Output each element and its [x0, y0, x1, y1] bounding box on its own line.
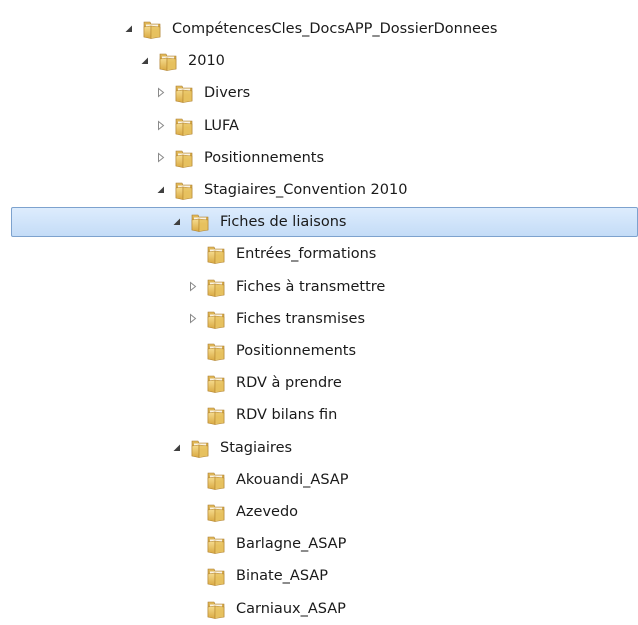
tree-item-label: Positionnements: [204, 149, 325, 166]
tree-item[interactable]: Divers: [0, 77, 638, 109]
tree-item[interactable]: CompétencesCles_DocsAPP_DossierDonnees: [0, 13, 638, 45]
folder-icon: [205, 372, 227, 394]
folder-icon: [157, 50, 179, 72]
folder-tree: CompétencesCles_DocsAPP_DossierDonnees 20…: [0, 13, 638, 619]
tree-item-label: Binate_ASAP: [236, 568, 328, 585]
folder-icon: [205, 565, 227, 587]
tree-item[interactable]: Binate_ASAP: [0, 560, 638, 592]
tree-item[interactable]: Positionnements: [0, 335, 638, 367]
tree-item[interactable]: Barlagne_ASAP: [0, 528, 638, 560]
expanded-arrow-icon[interactable]: [124, 23, 134, 34]
tree-item-label: Entrées_formations: [236, 246, 377, 263]
tree-item-label: Fiches transmises: [236, 310, 366, 327]
tree-item[interactable]: Stagiaires: [0, 432, 638, 464]
folder-icon: [205, 276, 227, 298]
tree-item-label: RDV bilans fin: [236, 407, 338, 424]
tree-item[interactable]: Positionnements: [0, 142, 638, 174]
tree-item[interactable]: RDV à prendre: [0, 367, 638, 399]
folder-icon: [205, 308, 227, 330]
tree-item-label: Akouandi_ASAP: [236, 471, 349, 488]
collapsed-arrow-icon[interactable]: [188, 281, 198, 292]
folder-icon: [173, 115, 195, 137]
folder-icon: [205, 469, 227, 491]
folder-icon: [173, 82, 195, 104]
tree-item[interactable]: 2010: [0, 45, 638, 77]
tree-item-label: LUFA: [204, 117, 239, 134]
tree-item-label: Azevedo: [236, 504, 299, 520]
folder-icon: [189, 437, 211, 459]
folder-icon: [205, 243, 227, 265]
tree-item[interactable]: Carniaux_ASAP: [0, 593, 638, 625]
expanded-arrow-icon[interactable]: [172, 442, 182, 453]
tree-item-label: RDV à prendre: [236, 375, 342, 392]
tree-item-label: 2010: [188, 53, 225, 70]
tree-item[interactable]: Fiches à transmettre: [0, 271, 638, 303]
tree-item-label: Divers: [204, 85, 251, 102]
tree-item-label: CompétencesCles_DocsAPP_DossierDonnees: [172, 21, 498, 37]
tree-item[interactable]: Azevedo: [0, 496, 638, 528]
collapsed-arrow-icon[interactable]: [156, 120, 166, 131]
tree-item-label: Stagiaires: [220, 439, 293, 456]
tree-item-label: Positionnements: [236, 343, 357, 359]
tree-item[interactable]: Fiches transmises: [0, 303, 638, 335]
tree-item[interactable]: Stagiaires_Convention 2010: [0, 174, 638, 206]
collapsed-arrow-icon[interactable]: [156, 87, 166, 98]
folder-icon: [205, 501, 227, 523]
folder-icon: [205, 598, 227, 620]
tree-item-label: Stagiaires_Convention 2010: [204, 182, 408, 198]
folder-icon: [205, 404, 227, 426]
expanded-arrow-icon[interactable]: [172, 216, 182, 227]
tree-item[interactable]: Entrées_formations: [0, 238, 638, 270]
folder-icon: [205, 533, 227, 555]
tree-item[interactable]: RDV bilans fin: [0, 399, 638, 431]
folder-icon: [173, 179, 195, 201]
collapsed-arrow-icon[interactable]: [156, 152, 166, 163]
folder-icon: [173, 147, 195, 169]
tree-item[interactable]: Akouandi_ASAP: [0, 464, 638, 496]
expanded-arrow-icon[interactable]: [140, 55, 150, 66]
tree-item-label: Barlagne_ASAP: [236, 536, 347, 553]
folder-icon: [189, 211, 211, 233]
tree-item-label: Carniaux_ASAP: [236, 600, 346, 617]
folder-icon: [205, 340, 227, 362]
tree-item[interactable]: Fiches de liaisons: [0, 206, 638, 238]
tree-item-label: Fiches à transmettre: [236, 278, 386, 295]
tree-item-label: Fiches de liaisons: [220, 214, 347, 231]
tree-item[interactable]: LUFA: [0, 110, 638, 142]
collapsed-arrow-icon[interactable]: [188, 313, 198, 324]
folder-icon: [141, 18, 163, 40]
expanded-arrow-icon[interactable]: [156, 184, 166, 195]
